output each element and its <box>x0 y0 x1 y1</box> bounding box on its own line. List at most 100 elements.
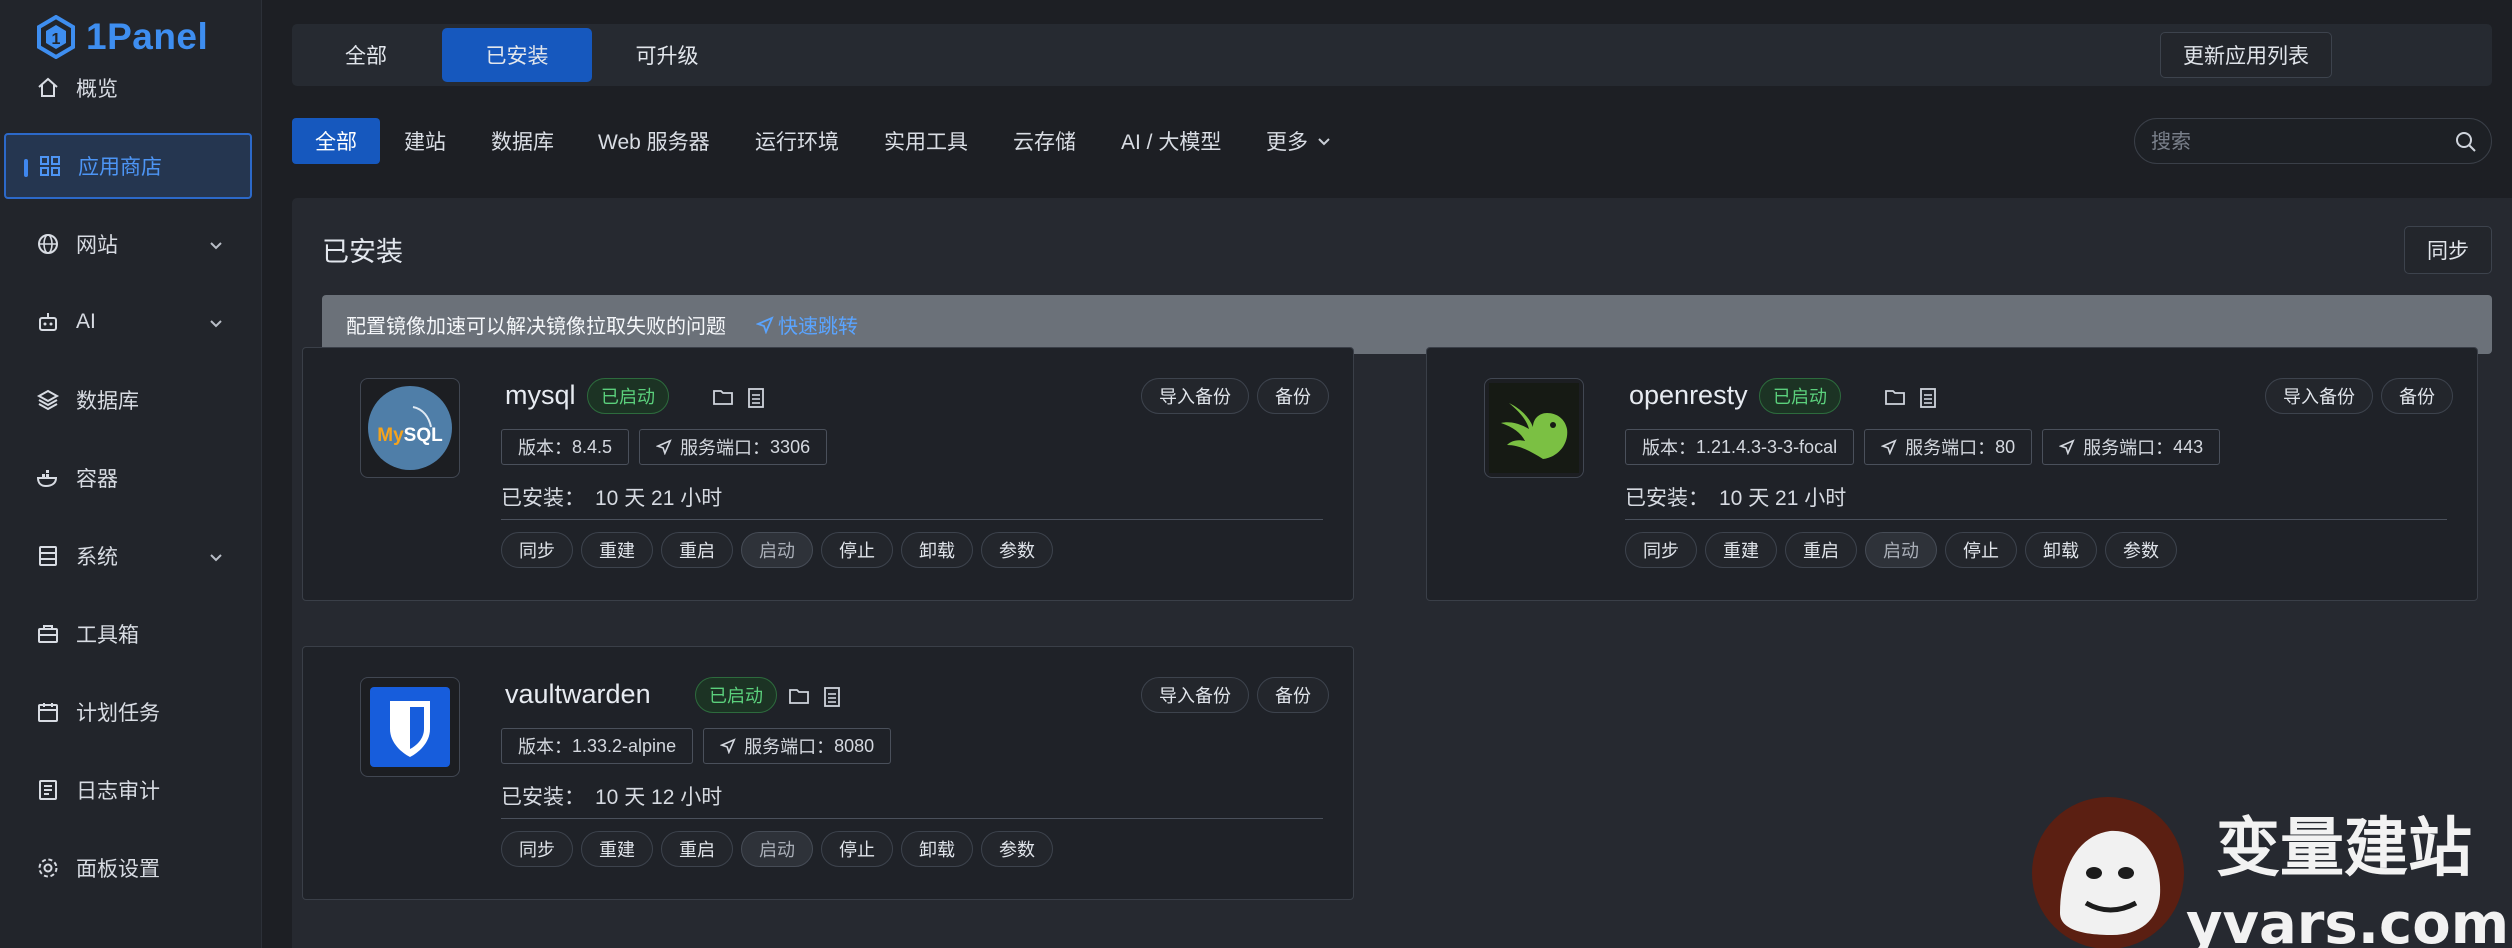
search-icon[interactable] <box>2455 131 2477 153</box>
quick-jump-label: 快速跳转 <box>778 316 858 338</box>
tab-all[interactable]: 全部 <box>292 28 440 82</box>
sidebar-item-label: AI <box>76 310 96 333</box>
sidebar-item-2[interactable]: 网站 <box>4 211 252 277</box>
status-badge: 已启动 <box>587 378 669 414</box>
sidebar-item-6[interactable]: 系统 <box>4 523 252 589</box>
sidebar-item-label: 计划任务 <box>76 702 160 725</box>
port-prefix: 服务端口： <box>1905 438 1996 458</box>
app-meta-row: 版本： 8.4.5 服务端口： 3306 <box>501 429 828 465</box>
action-button-3[interactable]: 启动 <box>1865 532 1937 568</box>
sidebar-item-label: 数据库 <box>76 390 139 413</box>
divider <box>1625 519 2447 520</box>
category-website[interactable]: 建站 <box>404 118 446 164</box>
installed-value: 10 天 12 小时 <box>595 786 723 809</box>
sidebar-item-9[interactable]: 日志审计 <box>4 757 252 823</box>
action-button-0[interactable]: 同步 <box>501 532 573 568</box>
sidebar-item-label: 面板设置 <box>76 858 160 881</box>
sidebar-item-10[interactable]: 面板设置 <box>4 835 252 901</box>
vaultwarden-logo[interactable] <box>360 677 460 777</box>
app-name[interactable]: mysql <box>505 380 576 411</box>
app-name[interactable]: openresty <box>1629 380 1748 411</box>
installed-value: 10 天 21 小时 <box>595 487 723 510</box>
version-prefix: 版本： <box>518 438 572 458</box>
category-cloud-storage[interactable]: 云存储 <box>1013 118 1076 164</box>
folder-icon[interactable] <box>713 388 733 411</box>
sidebar-item-label: 概览 <box>76 78 118 101</box>
folder-icon[interactable] <box>789 687 809 710</box>
send-icon <box>656 439 672 455</box>
sidebar-item-3[interactable]: AI <box>4 289 252 355</box>
version-tag: 版本： 1.33.2-alpine <box>501 728 694 764</box>
port-value: 80 <box>1995 436 2016 457</box>
backup-button[interactable]: 备份 <box>1257 677 1329 713</box>
robot-icon <box>36 310 60 334</box>
update-app-list-button[interactable]: 更新应用列表 <box>2160 32 2332 78</box>
action-button-4[interactable]: 停止 <box>821 532 893 568</box>
app-card-mysql: MySQL mysql 已启动 导入备份 备份 版本： 8.4.5 服务端口： 3306 已安装：… <box>302 347 1354 601</box>
backup-button[interactable]: 备份 <box>2381 378 2453 414</box>
sidebar-item-5[interactable]: 容器 <box>4 445 252 511</box>
section-title: 已安装 <box>322 237 403 267</box>
document-icon[interactable] <box>747 388 765 413</box>
action-button-5[interactable]: 卸载 <box>2025 532 2097 568</box>
action-button-6[interactable]: 参数 <box>981 831 1053 867</box>
category-more-dropdown[interactable]: 更多 <box>1266 118 1332 164</box>
category-all[interactable]: 全部 <box>292 118 380 164</box>
mysql-logo[interactable]: MySQL <box>360 378 460 478</box>
import-backup-button[interactable]: 导入备份 <box>1141 378 1249 414</box>
category-web-server[interactable]: Web 服务器 <box>598 118 710 164</box>
version-value: 1.33.2-alpine <box>572 735 677 756</box>
sync-button[interactable]: 同步 <box>2404 226 2492 274</box>
action-button-2[interactable]: 重启 <box>661 831 733 867</box>
action-button-3[interactable]: 启动 <box>741 532 813 568</box>
quick-jump-link[interactable]: 快速跳转 <box>756 310 858 339</box>
app-name[interactable]: vaultwarden <box>505 679 651 710</box>
tab-upgradable[interactable]: 可升级 <box>592 28 742 82</box>
category-tools[interactable]: 实用工具 <box>884 118 968 164</box>
port-tag[interactable]: 服务端口： 443 <box>2042 429 2221 465</box>
action-button-1[interactable]: 重建 <box>581 532 653 568</box>
installed-prefix: 已安装： <box>501 786 585 809</box>
action-button-0[interactable]: 同步 <box>501 831 573 867</box>
category-ai[interactable]: AI / 大模型 <box>1121 118 1221 164</box>
action-button-2[interactable]: 重启 <box>661 532 733 568</box>
action-button-4[interactable]: 停止 <box>1945 532 2017 568</box>
category-runtime[interactable]: 运行环境 <box>755 118 839 164</box>
port-prefix: 服务端口： <box>2083 438 2174 458</box>
sidebar-item-4[interactable]: 数据库 <box>4 367 252 433</box>
action-button-1[interactable]: 重建 <box>581 831 653 867</box>
backup-button[interactable]: 备份 <box>1257 378 1329 414</box>
search-input[interactable] <box>2149 128 2439 156</box>
port-tag[interactable]: 服务端口： 80 <box>1864 429 2033 465</box>
openresty-logo[interactable] <box>1484 378 1584 478</box>
grid-icon <box>38 154 62 178</box>
document-icon[interactable] <box>823 687 841 712</box>
action-button-4[interactable]: 停止 <box>821 831 893 867</box>
port-prefix: 服务端口： <box>680 438 771 458</box>
action-button-1[interactable]: 重建 <box>1705 532 1777 568</box>
import-backup-button[interactable]: 导入备份 <box>2265 378 2373 414</box>
sidebar-item-7[interactable]: 工具箱 <box>4 601 252 667</box>
docker-icon <box>36 466 60 490</box>
action-button-6[interactable]: 参数 <box>2105 532 2177 568</box>
tab-installed[interactable]: 已安装 <box>442 28 592 82</box>
action-button-0[interactable]: 同步 <box>1625 532 1697 568</box>
action-button-5[interactable]: 卸载 <box>901 831 973 867</box>
action-button-3[interactable]: 启动 <box>741 831 813 867</box>
action-button-5[interactable]: 卸载 <box>901 532 973 568</box>
port-tag[interactable]: 服务端口： 8080 <box>703 728 892 764</box>
sidebar-item-8[interactable]: 计划任务 <box>4 679 252 745</box>
action-button-6[interactable]: 参数 <box>981 532 1053 568</box>
mirror-notice: 配置镜像加速可以解决镜像拉取失败的问题 快速跳转 <box>322 295 2492 354</box>
action-button-2[interactable]: 重启 <box>1785 532 1857 568</box>
app-logo[interactable]: 1 1Panel <box>36 14 208 60</box>
sidebar-item-1[interactable]: 应用商店 <box>4 133 252 199</box>
port-tag[interactable]: 服务端口： 3306 <box>639 429 828 465</box>
sidebar-item-label: 工具箱 <box>76 624 139 647</box>
document-icon[interactable] <box>1919 388 1937 413</box>
category-database[interactable]: 数据库 <box>491 118 554 164</box>
import-backup-button[interactable]: 导入备份 <box>1141 677 1249 713</box>
sidebar-item-0[interactable]: 概览 <box>4 55 252 121</box>
search-box <box>2134 118 2492 164</box>
folder-icon[interactable] <box>1885 388 1905 411</box>
